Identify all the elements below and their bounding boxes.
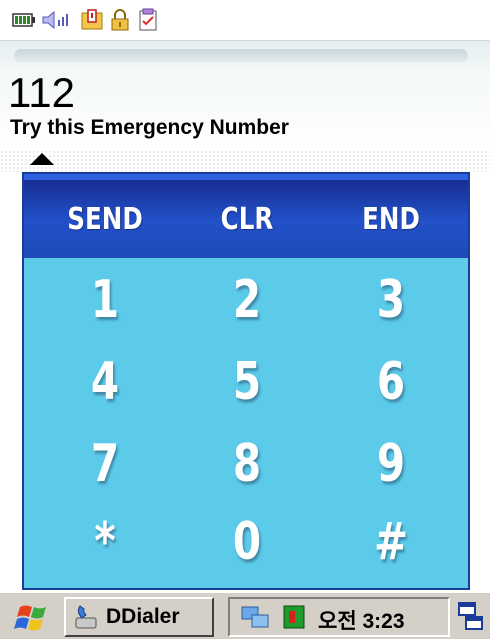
tasks-icon[interactable] — [136, 8, 160, 32]
key-2[interactable]: 2 — [212, 262, 282, 338]
key-3[interactable]: 3 — [356, 262, 426, 338]
clear-button[interactable]: CLR — [202, 196, 292, 242]
volume-icon[interactable] — [40, 8, 76, 32]
key-1[interactable]: 1 — [70, 262, 140, 338]
key-5[interactable]: 5 — [212, 344, 282, 420]
key-8[interactable]: 8 — [212, 426, 282, 502]
phone-app-icon — [75, 605, 97, 629]
status-bar — [0, 0, 490, 40]
key-hash[interactable]: # — [356, 504, 426, 580]
function-key-bar: SEND CLR END — [24, 174, 468, 258]
windows-flag-icon — [14, 605, 46, 631]
display-bar — [14, 49, 468, 63]
dialed-number: 112 — [8, 69, 75, 116]
end-button[interactable]: END — [346, 196, 436, 242]
network-icon[interactable] — [240, 603, 272, 635]
battery-icon[interactable] — [12, 8, 36, 32]
scroll-up-arrow-icon[interactable] — [30, 153, 54, 165]
taskbar: DDialer 오전 3:23 — [0, 591, 490, 639]
send-button[interactable]: SEND — [60, 196, 150, 242]
green-app-icon[interactable] — [280, 603, 310, 635]
key-6[interactable]: 6 — [356, 344, 426, 420]
key-7[interactable]: 7 — [70, 426, 140, 502]
clock[interactable]: 오전 3:23 — [318, 605, 405, 635]
arrow-strip — [0, 150, 490, 172]
emergency-hint: Try this Emergency Number — [10, 116, 289, 139]
lock-icon[interactable] — [108, 8, 132, 32]
keypad: SEND CLR END 1 2 3 4 5 6 7 8 9 * 0 # — [22, 172, 470, 590]
task-button-ddialer[interactable]: DDialer — [64, 597, 214, 637]
key-star[interactable]: * — [70, 504, 140, 580]
task-label: DDialer — [106, 605, 180, 628]
system-tray: 오전 3:23 — [228, 597, 450, 637]
key-9[interactable]: 9 — [356, 426, 426, 502]
number-display: 112 Try this Emergency Number — [0, 40, 490, 150]
window-switch-icon[interactable] — [456, 599, 486, 635]
key-4[interactable]: 4 — [70, 344, 140, 420]
key-0[interactable]: 0 — [212, 504, 282, 580]
notification-icon[interactable] — [80, 8, 104, 32]
start-button[interactable] — [12, 601, 52, 635]
